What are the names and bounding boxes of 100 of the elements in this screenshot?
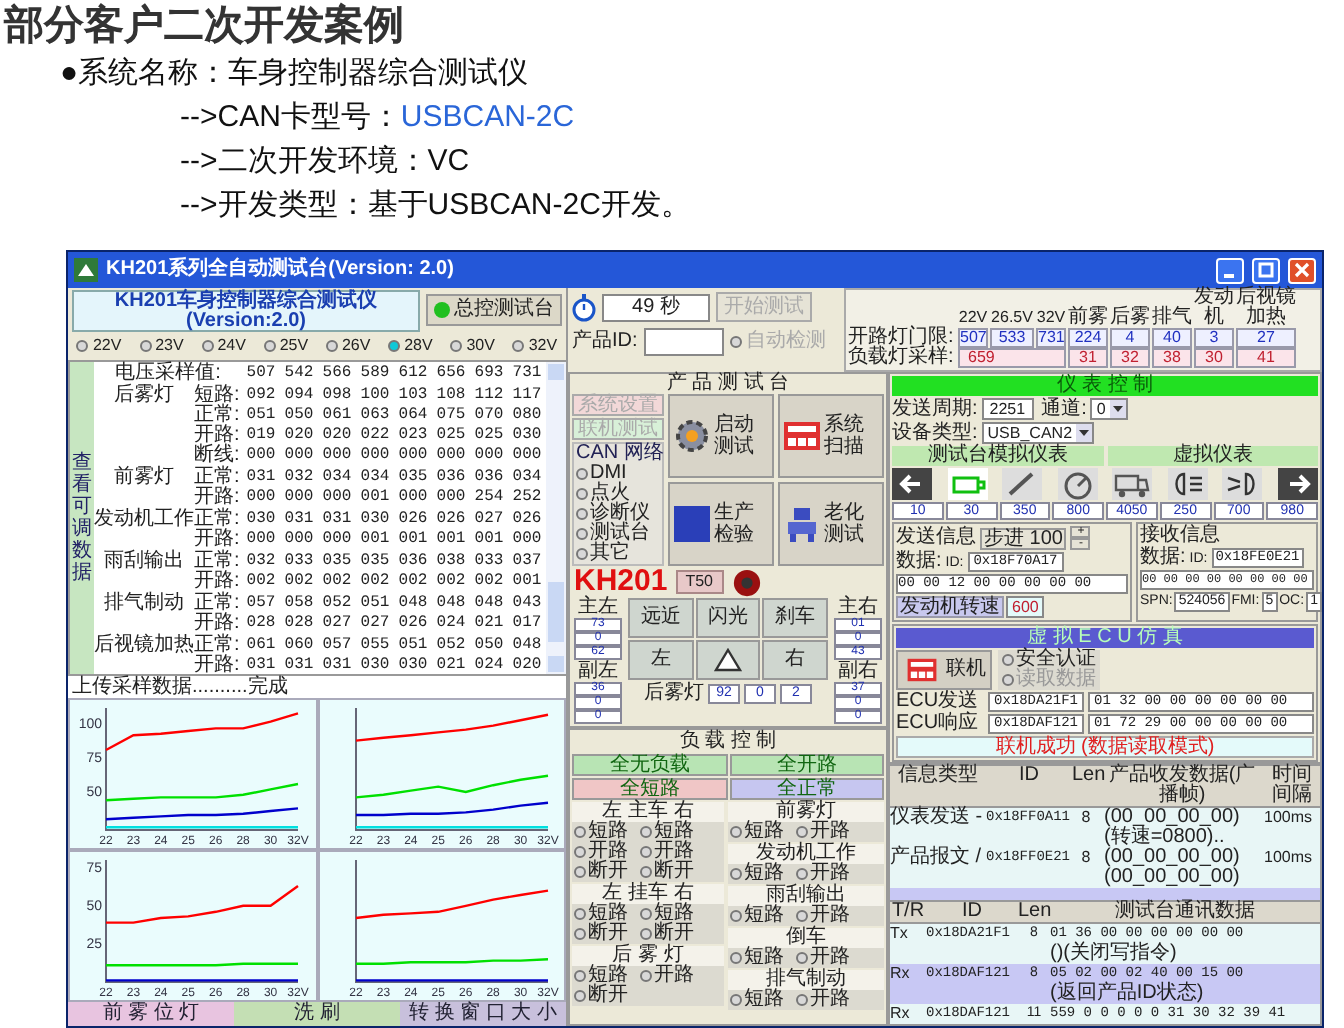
- tab[interactable]: 洗 刷: [234, 1002, 400, 1026]
- dashboard-panel-icon: [782, 416, 822, 456]
- light-button[interactable]: 刹车: [762, 598, 828, 638]
- table-cell-text: 020: [282, 426, 316, 446]
- table-cell-text: 036: [396, 552, 430, 572]
- value-field[interactable]: 600: [1006, 596, 1045, 618]
- card-model-link[interactable]: USBCAN-2C: [400, 96, 575, 140]
- table-cell-text: 8: [1079, 848, 1093, 870]
- voltage-option[interactable]: 23V: [139, 336, 184, 356]
- table-cell-text: 025: [472, 426, 506, 446]
- radio-option[interactable]: 开路: [640, 966, 694, 986]
- voltage-option[interactable]: 24V: [201, 336, 246, 356]
- voltage-option[interactable]: 28V: [388, 336, 433, 356]
- row-label: 正常:: [194, 468, 242, 488]
- radio-option[interactable]: 点火: [576, 484, 660, 504]
- radio-option[interactable]: 短路: [574, 904, 628, 924]
- value-field: 224: [1068, 328, 1108, 348]
- maximize-icon: [1258, 262, 1274, 278]
- voltage-option[interactable]: 26V: [325, 336, 371, 356]
- radio-option[interactable]: 短路: [730, 822, 784, 842]
- row-heading: 雨刮输出: [102, 552, 186, 572]
- table-cell-text: 026: [396, 510, 430, 530]
- table-cell-text: 038: [434, 552, 468, 572]
- value-field: 731: [1036, 328, 1066, 348]
- parameter-button[interactable]: 发动机转速: [896, 596, 1004, 618]
- big-button[interactable]: 系统扫描: [778, 394, 884, 478]
- radio-option[interactable]: 安全认证: [998, 650, 1100, 670]
- maximize-button[interactable]: [1252, 257, 1280, 283]
- radio-option[interactable]: 诊断仪: [576, 504, 660, 524]
- column-header: 前雾: [1068, 308, 1108, 328]
- radio-option[interactable]: 断开: [640, 862, 694, 882]
- radio-option[interactable]: 短路: [640, 822, 694, 842]
- column-header: ID: [1017, 766, 1041, 790]
- table-cell-text: 656: [434, 364, 468, 384]
- radio-option[interactable]: 开路: [796, 864, 850, 884]
- section-header: 测试台模拟仪表: [892, 446, 1103, 466]
- big-button[interactable]: 启动测试: [668, 394, 774, 478]
- radio-option[interactable]: 测试台: [576, 524, 660, 544]
- radio-option[interactable]: 短路: [730, 906, 784, 926]
- table-cell-text: 589: [358, 364, 392, 384]
- product-id-field[interactable]: [643, 328, 724, 356]
- light-button[interactable]: 远近: [628, 598, 694, 638]
- tab[interactable]: 前 雾 位 灯: [68, 1002, 234, 1026]
- radio-option[interactable]: 断开: [574, 986, 628, 1006]
- table-cell-text: 001: [472, 530, 506, 550]
- radio-option[interactable]: DMI: [576, 464, 660, 484]
- panel-title: 负 载 控 制: [677, 732, 779, 752]
- radio-option[interactable]: 短路: [640, 904, 694, 924]
- table-cell-text: Rx: [890, 964, 912, 984]
- box-title: 发送信息: [896, 528, 976, 548]
- radio-option[interactable]: 开路: [796, 906, 850, 926]
- hazard-button[interactable]: [695, 640, 761, 680]
- close-button[interactable]: [1288, 257, 1316, 283]
- input-field[interactable]: 2251: [981, 398, 1034, 420]
- radio-option[interactable]: 开路: [574, 842, 628, 862]
- radio-option[interactable]: 短路: [574, 822, 628, 842]
- light-button[interactable]: 闪光: [695, 598, 761, 638]
- voltage-option[interactable]: 32V: [512, 336, 558, 356]
- big-button[interactable]: 生产检验: [668, 482, 774, 566]
- step-button[interactable]: 步进 100: [980, 527, 1067, 549]
- value-field: 3: [1194, 328, 1234, 348]
- radio-option[interactable]: 短路: [730, 948, 784, 968]
- table-cell-text: 048: [434, 594, 468, 614]
- radio-option[interactable]: 断开: [574, 862, 628, 882]
- table-cell-text: 034: [358, 468, 392, 488]
- column-header: 测试台通讯数据: [1113, 902, 1257, 922]
- radio-option[interactable]: 断开: [640, 924, 694, 944]
- light-button[interactable]: 右: [762, 640, 828, 680]
- radio-option[interactable]: 开路: [796, 948, 850, 968]
- radio-option[interactable]: 开路: [796, 822, 850, 842]
- voltage-option[interactable]: 25V: [263, 336, 309, 356]
- table-cell-text: Rx: [890, 1004, 912, 1024]
- table-cell-text: 033: [472, 552, 506, 572]
- load-button[interactable]: 全无负载: [572, 754, 727, 776]
- radio-option[interactable]: 短路: [730, 990, 784, 1010]
- table-cell-text: 001: [396, 530, 430, 550]
- radio-option[interactable]: 其它: [576, 544, 660, 564]
- table-cell-text: 002: [244, 572, 278, 592]
- dropdown[interactable]: 0: [1090, 398, 1128, 420]
- load-button[interactable]: 全短路: [572, 778, 727, 800]
- dropdown[interactable]: USB_CAN2: [981, 422, 1095, 444]
- voltage-option[interactable]: 30V: [450, 336, 495, 356]
- radio-option[interactable]: 开路: [796, 990, 850, 1010]
- connect-button[interactable]: 联机: [896, 650, 992, 690]
- voltage-option[interactable]: 22V: [76, 336, 122, 356]
- value-field: 659: [958, 348, 1066, 368]
- light-button[interactable]: 左: [628, 640, 694, 680]
- column-header: 后视镜加热: [1236, 288, 1296, 328]
- tab[interactable]: 转 换 窗 口 大 小: [400, 1002, 566, 1026]
- load-button[interactable]: 全正常: [729, 778, 884, 800]
- radio-option[interactable]: 开路: [640, 842, 694, 862]
- table-cell-text: 001: [434, 530, 468, 550]
- load-button[interactable]: 全开路: [729, 754, 884, 776]
- radio-option[interactable]: 断开: [574, 924, 628, 944]
- big-button[interactable]: 老化测试: [778, 482, 884, 566]
- master-test-button[interactable]: 总控测试台: [426, 294, 562, 326]
- radio-option[interactable]: 短路: [574, 966, 628, 986]
- group-label: 后雾灯: [644, 684, 704, 704]
- radio-option[interactable]: 短路: [730, 864, 784, 884]
- minimize-button[interactable]: [1216, 257, 1244, 283]
